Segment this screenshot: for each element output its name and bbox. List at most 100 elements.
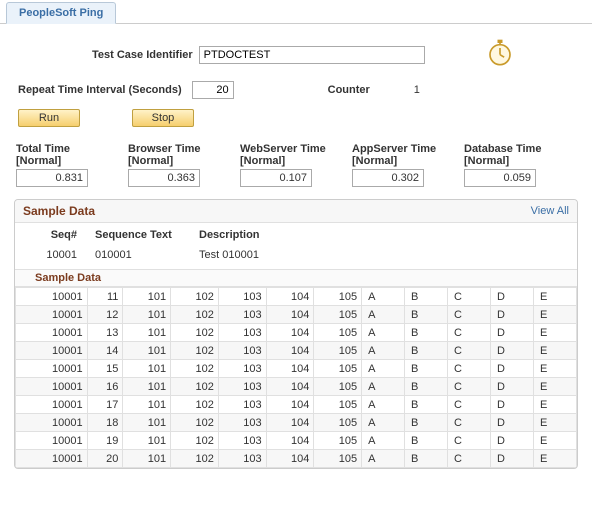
cell: 105 <box>314 432 362 450</box>
table-row: 1000120101102103104105ABCDE <box>16 450 577 468</box>
cell: D <box>490 432 533 450</box>
cell: 11 <box>87 288 123 306</box>
cell: A <box>362 432 405 450</box>
metric-sub: [Normal] <box>16 155 128 167</box>
metric-browser-time: Browser Time [Normal] 0.363 <box>128 143 240 187</box>
cell: 102 <box>171 306 219 324</box>
cell: D <box>490 306 533 324</box>
metric-value: 0.302 <box>352 169 424 187</box>
cell: 12 <box>87 306 123 324</box>
cell: 102 <box>171 360 219 378</box>
table-row: 1000116101102103104105ABCDE <box>16 378 577 396</box>
cell: A <box>362 360 405 378</box>
cell: B <box>405 378 448 396</box>
cell: 102 <box>171 342 219 360</box>
cell: 101 <box>123 378 171 396</box>
cell: 103 <box>218 342 266 360</box>
cell: 103 <box>218 324 266 342</box>
cell: 101 <box>123 342 171 360</box>
cell: 101 <box>123 414 171 432</box>
cell: 103 <box>218 306 266 324</box>
cell: 105 <box>314 360 362 378</box>
tab-peoplesoft-ping[interactable]: PeopleSoft Ping <box>6 2 116 24</box>
run-button[interactable]: Run <box>18 109 80 127</box>
cell: 103 <box>218 288 266 306</box>
cell: 19 <box>87 432 123 450</box>
cell: 101 <box>123 288 171 306</box>
cell: 103 <box>218 450 266 468</box>
cell: 104 <box>266 288 314 306</box>
cell: E <box>533 306 576 324</box>
metric-value: 0.107 <box>240 169 312 187</box>
metric-title: AppServer Time <box>352 143 464 155</box>
cell: C <box>448 378 491 396</box>
cell: C <box>448 288 491 306</box>
cell: 105 <box>314 414 362 432</box>
cell: C <box>448 306 491 324</box>
label-repeat-interval: Repeat Time Interval (Seconds) <box>18 84 182 96</box>
outer-columns-header: Seq# Sequence Text Description <box>15 223 577 245</box>
cell: E <box>533 396 576 414</box>
cell: B <box>405 414 448 432</box>
table-row: 1000118101102103104105ABCDE <box>16 414 577 432</box>
cell: A <box>362 306 405 324</box>
cell: D <box>490 396 533 414</box>
cell: A <box>362 342 405 360</box>
tab-bar: PeopleSoft Ping <box>0 0 592 24</box>
sample-title: Sample Data <box>23 204 95 218</box>
cell: D <box>490 342 533 360</box>
cell: 104 <box>266 450 314 468</box>
cell: 103 <box>218 360 266 378</box>
table-row: 1000112101102103104105ABCDE <box>16 306 577 324</box>
cell: A <box>362 324 405 342</box>
cell: 16 <box>87 378 123 396</box>
metric-value: 0.831 <box>16 169 88 187</box>
cell: D <box>490 450 533 468</box>
cell: 104 <box>266 360 314 378</box>
test-case-input[interactable] <box>199 46 425 64</box>
cell: A <box>362 414 405 432</box>
cell: B <box>405 450 448 468</box>
cell: 103 <box>218 378 266 396</box>
cell: B <box>405 306 448 324</box>
sample-data-panel: Sample Data View All Seq# Sequence Text … <box>14 199 578 469</box>
metric-sub: [Normal] <box>352 155 464 167</box>
seq-value: 10001 <box>27 249 95 261</box>
cell: 102 <box>171 324 219 342</box>
cell: 17 <box>87 396 123 414</box>
cell: E <box>533 378 576 396</box>
cell: 10001 <box>16 450 88 468</box>
cell: E <box>533 414 576 432</box>
cell: 14 <box>87 342 123 360</box>
col-desc: Description <box>199 229 349 241</box>
view-all-link[interactable]: View All <box>531 205 569 217</box>
metric-database-time: Database Time [Normal] 0.059 <box>464 143 576 187</box>
cell: E <box>533 324 576 342</box>
stopwatch-icon <box>486 38 514 71</box>
cell: B <box>405 432 448 450</box>
cell: 15 <box>87 360 123 378</box>
cell: E <box>533 432 576 450</box>
table-row: 1000117101102103104105ABCDE <box>16 396 577 414</box>
cell: 18 <box>87 414 123 432</box>
cell: 10001 <box>16 414 88 432</box>
cell: D <box>490 414 533 432</box>
table-row: 1000119101102103104105ABCDE <box>16 432 577 450</box>
stop-button[interactable]: Stop <box>132 109 194 127</box>
cell: 104 <box>266 306 314 324</box>
inner-sample-title: Sample Data <box>15 269 577 287</box>
metric-sub: [Normal] <box>128 155 240 167</box>
cell: 105 <box>314 396 362 414</box>
repeat-interval-input[interactable] <box>192 81 234 99</box>
cell: A <box>362 396 405 414</box>
metric-webserver-time: WebServer Time [Normal] 0.107 <box>240 143 352 187</box>
cell: B <box>405 288 448 306</box>
cell: 13 <box>87 324 123 342</box>
metric-sub: [Normal] <box>240 155 352 167</box>
label-test-case: Test Case Identifier <box>92 49 193 61</box>
cell: 102 <box>171 288 219 306</box>
cell: 105 <box>314 324 362 342</box>
metric-title: Total Time <box>16 143 128 155</box>
cell: 20 <box>87 450 123 468</box>
cell: 10001 <box>16 288 88 306</box>
